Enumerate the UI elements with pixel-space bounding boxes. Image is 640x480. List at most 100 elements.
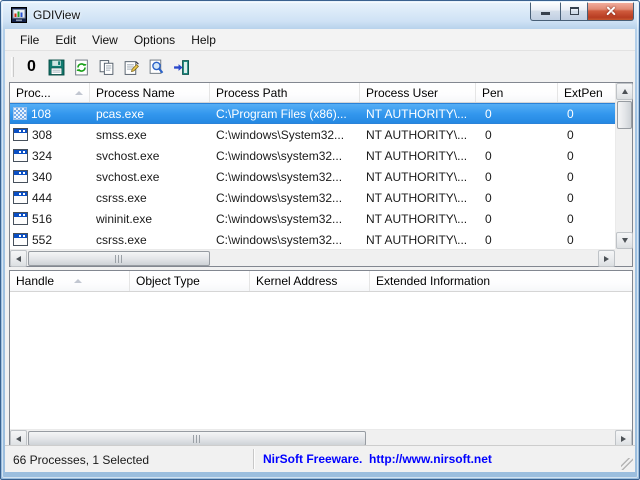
process-user: NT AUTHORITY\... — [366, 127, 468, 142]
handle-list-header: Handle Object Type Kernel Address Extend… — [10, 271, 632, 292]
refresh-icon — [75, 59, 88, 75]
process-user: NT AUTHORITY\... — [366, 232, 468, 247]
handle-rows — [10, 292, 632, 429]
process-user: NT AUTHORITY\... — [366, 169, 468, 184]
process-id: 444 — [32, 190, 53, 205]
process-path: C:\windows\system32... — [216, 211, 343, 226]
process-id: 324 — [32, 148, 53, 163]
minimize-button[interactable] — [530, 2, 560, 21]
extpen-count: 0 — [567, 106, 574, 121]
arrow-down-icon — [621, 238, 628, 243]
menu-options[interactable]: Options — [126, 30, 183, 50]
maximize-button[interactable] — [560, 2, 588, 21]
process-count-status: 66 Processes, 1 Selected — [13, 453, 150, 467]
save-icon — [48, 59, 65, 75]
process-row[interactable]: 552 csrss.exe C:\windows\system32... NT … — [10, 229, 615, 249]
column-header-kernel-address[interactable]: Kernel Address — [250, 271, 370, 291]
process-row[interactable]: 324 svchost.exe C:\windows\system32... N… — [10, 145, 615, 166]
exit-icon — [174, 59, 189, 75]
resize-grip[interactable] — [621, 458, 633, 470]
arrow-left-icon — [16, 435, 21, 442]
caption-buttons — [530, 2, 634, 21]
copy-button[interactable] — [95, 55, 119, 79]
menubar: File Edit View Options Help — [5, 29, 635, 51]
statusbar: 66 Processes, 1 Selected NirSoft Freewar… — [5, 445, 635, 472]
minimize-icon — [541, 12, 550, 15]
process-list-pane: Proc... Process Name Process Path Proces… — [9, 82, 633, 267]
handle-list-pane: Handle Object Type Kernel Address Extend… — [9, 270, 633, 447]
scroll-up-button[interactable] — [616, 83, 633, 100]
menu-view[interactable]: View — [84, 30, 126, 50]
process-path: C:\windows\system32... — [216, 190, 343, 205]
exit-button[interactable] — [170, 55, 194, 79]
column-header-handle[interactable]: Handle — [10, 271, 130, 291]
properties-icon — [124, 60, 139, 75]
extpen-count: 0 — [567, 169, 574, 184]
process-user: NT AUTHORITY\... — [366, 190, 468, 205]
sort-ascending-icon — [74, 279, 83, 283]
zero-icon: 0 — [27, 58, 36, 75]
process-list-hscrollbar[interactable] — [10, 249, 615, 267]
menu-help[interactable]: Help — [183, 30, 224, 50]
process-path: C:\windows\system32... — [216, 169, 343, 184]
process-path: C:\windows\System32... — [216, 127, 345, 142]
process-id: 308 — [32, 127, 53, 142]
vscroll-thumb[interactable] — [617, 101, 632, 129]
process-row[interactable]: 340 svchost.exe C:\windows\system32... N… — [10, 166, 615, 187]
menu-file[interactable]: File — [12, 30, 47, 50]
reset-gdi-counters-button[interactable]: 0 — [20, 55, 44, 79]
column-header-process-name[interactable]: Process Name — [90, 83, 210, 102]
extpen-count: 0 — [567, 190, 574, 205]
process-id: 516 — [32, 211, 53, 226]
grid-icon — [13, 107, 27, 120]
process-id: 552 — [32, 232, 53, 247]
column-header-process-id[interactable]: Proc... — [10, 83, 90, 102]
column-header-process-user[interactable]: Process User — [360, 83, 476, 102]
process-row[interactable]: 308 smss.exe C:\windows\System32... NT A… — [10, 124, 615, 145]
process-name: svchost.exe — [96, 169, 160, 184]
extpen-count: 0 — [567, 127, 574, 142]
column-header-object-type[interactable]: Object Type — [130, 271, 250, 291]
menu-edit[interactable]: Edit — [47, 30, 84, 50]
process-name: csrss.exe — [96, 232, 147, 247]
process-row[interactable]: 516 wininit.exe C:\windows\system32... N… — [10, 208, 615, 229]
arrow-right-icon — [604, 255, 609, 262]
process-id: 340 — [32, 169, 53, 184]
process-row[interactable]: 444 csrss.exe C:\windows\system32... NT … — [10, 187, 615, 208]
close-button[interactable] — [588, 2, 634, 21]
refresh-button[interactable] — [70, 55, 94, 79]
process-name: svchost.exe — [96, 148, 160, 163]
column-header-extpen[interactable]: ExtPen — [558, 83, 615, 102]
hscroll-thumb[interactable] — [28, 251, 210, 266]
column-header-pen[interactable]: Pen — [476, 83, 558, 102]
scroll-down-button[interactable] — [616, 232, 633, 249]
copy-icon — [99, 59, 114, 75]
process-row[interactable]: 108 pcas.exe C:\Program Files (x86)... N… — [10, 103, 615, 124]
process-name: wininit.exe — [96, 211, 153, 226]
process-id: 108 — [31, 106, 52, 121]
process-path: C:\windows\system32... — [216, 148, 343, 163]
process-rows: 108 pcas.exe C:\Program Files (x86)... N… — [10, 103, 615, 249]
extpen-count: 0 — [567, 211, 574, 226]
extpen-count: 0 — [567, 232, 574, 247]
pen-count: 0 — [485, 106, 492, 121]
scroll-right-button[interactable] — [598, 250, 615, 267]
column-header-extended-information[interactable]: Extended Information — [370, 271, 632, 291]
hscroll-thumb[interactable] — [28, 431, 366, 446]
scroll-left-button[interactable] — [10, 250, 27, 267]
titlebar[interactable]: GDIView — [1, 1, 639, 29]
process-list-vscrollbar[interactable] — [615, 83, 633, 249]
pen-count: 0 — [485, 211, 492, 226]
handle-list-hscrollbar[interactable] — [10, 429, 632, 447]
save-button[interactable] — [45, 55, 69, 79]
window-icon — [13, 128, 28, 141]
extpen-count: 0 — [567, 148, 574, 163]
properties-button[interactable] — [120, 55, 144, 79]
sort-ascending-icon — [74, 90, 83, 95]
pen-count: 0 — [485, 148, 492, 163]
column-header-process-path[interactable]: Process Path — [210, 83, 360, 102]
status-separator — [253, 449, 254, 469]
nirsoft-link[interactable]: NirSoft Freeware. http://www.nirsoft.net — [263, 452, 492, 466]
process-user: NT AUTHORITY\... — [366, 211, 468, 226]
find-button[interactable] — [145, 55, 169, 79]
